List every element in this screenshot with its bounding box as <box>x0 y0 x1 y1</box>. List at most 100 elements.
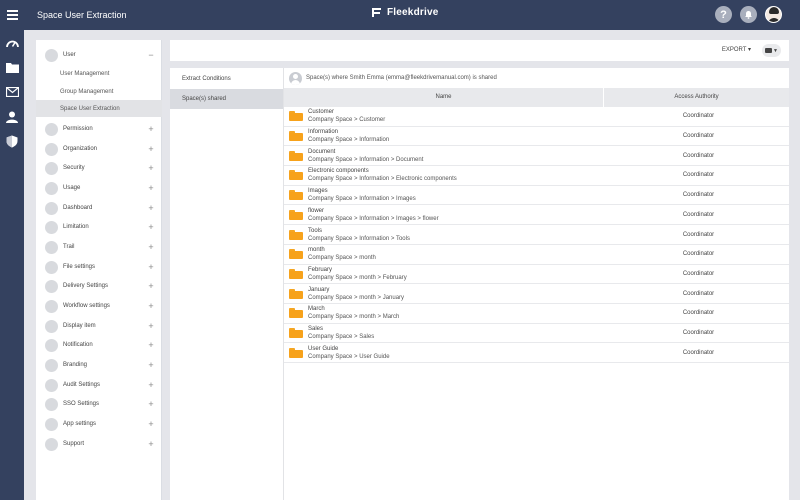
expand-toggle[interactable]: + <box>146 439 156 449</box>
expand-toggle[interactable]: + <box>146 124 156 134</box>
expand-toggle[interactable]: + <box>146 203 156 213</box>
content-header: Space(s) where Smith Emma (emma@fleekdri… <box>284 68 789 88</box>
hamburger-menu-icon[interactable] <box>0 0 24 30</box>
sidebar-item-label: Display item <box>63 323 96 329</box>
expand-toggle[interactable]: + <box>146 163 156 173</box>
expand-toggle[interactable]: + <box>146 262 156 272</box>
sidebar-item-delivery-settings[interactable]: Delivery Settings + <box>36 276 162 296</box>
expand-toggle[interactable]: + <box>146 301 156 311</box>
expand-toggle[interactable]: + <box>146 281 156 291</box>
expand-toggle[interactable]: + <box>146 419 156 429</box>
table-row[interactable]: Customer Company Space > Customer Coordina… <box>284 107 789 127</box>
expand-toggle[interactable]: + <box>146 340 156 350</box>
toolbar: EXPORT ▾ ▼ <box>170 40 789 61</box>
sidebar-item-limitation[interactable]: Limitation + <box>36 217 162 237</box>
sidebar-item-usage[interactable]: Usage + <box>36 178 162 198</box>
space-name[interactable]: Electronic components <box>308 167 608 175</box>
sidebar-item-file-settings[interactable]: File settings + <box>36 257 162 277</box>
sidebar-item-sso-settings[interactable]: SSO Settings + <box>36 394 162 414</box>
space-name[interactable]: Images <box>308 187 608 195</box>
folder-icon <box>289 288 303 299</box>
space-name[interactable]: Customer <box>308 108 608 116</box>
expand-toggle[interactable]: + <box>146 360 156 370</box>
sidebar-item-support[interactable]: Support + <box>36 434 162 454</box>
table-row[interactable]: User Guide Company Space > User Guide Coor… <box>284 343 789 364</box>
table-row[interactable]: Information Company Space > Information Co… <box>284 127 789 147</box>
sidebar-item-label: Dashboard <box>63 205 93 211</box>
space-name[interactable]: Tools <box>308 227 608 235</box>
notification-bell-icon[interactable] <box>740 6 757 23</box>
expand-toggle[interactable]: + <box>146 321 156 331</box>
table-row[interactable]: January Company Space > month > January Co… <box>284 284 789 304</box>
sidebar-item-permission[interactable]: Permission + <box>36 119 162 139</box>
sidebar-subitem-user-management[interactable]: User Management <box>36 65 162 82</box>
table-row[interactable]: Electronic components Company Space > Inf… <box>284 166 789 186</box>
user-icon[interactable] <box>5 110 19 124</box>
space-name[interactable]: February <box>308 266 608 274</box>
lock-icon <box>45 161 58 175</box>
column-header-access-authority[interactable]: Access Authority <box>604 88 789 107</box>
space-name-cell: Information Company Space > Information <box>308 128 608 144</box>
access-authority-cell: Coordinator <box>682 349 715 356</box>
sidebar-item-security[interactable]: Security + <box>36 158 162 178</box>
sidebar-item-audit-settings[interactable]: Audit Settings + <box>36 375 162 395</box>
expand-toggle[interactable]: + <box>146 242 156 252</box>
space-name[interactable]: Information <box>308 128 608 136</box>
table-row[interactable]: Images Company Space > Information > Imag… <box>284 186 789 206</box>
sidebar-item-trail[interactable]: Trail + <box>36 237 162 257</box>
shield-icon[interactable] <box>5 134 19 148</box>
sidebar-item-app-settings[interactable]: App settings + <box>36 414 162 434</box>
expand-toggle[interactable]: + <box>146 183 156 193</box>
sidebar-item-workflow-settings[interactable]: Workflow settings + <box>36 296 162 316</box>
table-row[interactable]: Document Company Space > Information > Do… <box>284 146 789 167</box>
sidebar-item-notification[interactable]: Notification + <box>36 335 162 355</box>
sidebar-item-label: Organization <box>63 146 98 152</box>
folder-icon <box>289 249 303 260</box>
sidebar-item-user[interactable]: User − <box>36 45 162 65</box>
folder-icon <box>289 131 303 142</box>
table-row[interactable]: February Company Space > month > February… <box>284 265 789 285</box>
column-header-name[interactable]: Name <box>284 88 604 107</box>
collapse-toggle[interactable]: − <box>146 50 156 60</box>
shared-user-caption: Space(s) where Smith Emma (emma@fleekdri… <box>306 75 497 81</box>
expand-toggle[interactable]: + <box>146 222 156 232</box>
help-icon[interactable]: ? <box>715 6 732 23</box>
space-name-cell: January Company Space > month > January <box>308 286 608 302</box>
sidebar-subitem-space-user-extraction[interactable]: Space User Extraction <box>36 100 162 117</box>
space-name[interactable]: Document <box>308 148 608 156</box>
sidebar-item-label: SSO Settings <box>63 401 100 407</box>
space-name[interactable]: Sales <box>308 325 608 333</box>
table-row[interactable]: Tools Company Space > Information > Tools… <box>284 225 789 245</box>
sidebar-item-organization[interactable]: Organization + <box>36 139 162 159</box>
space-name[interactable]: User Guide <box>308 345 608 353</box>
page-title: Space User Extraction <box>37 10 127 20</box>
sidebar-item-label: Workflow settings <box>63 303 110 309</box>
sidebar-item-dashboard[interactable]: Dashboard + <box>36 198 162 218</box>
sidebar-item-display-item[interactable]: Display item + <box>36 316 162 336</box>
access-authority-cell: Coordinator <box>682 152 715 159</box>
expand-toggle[interactable]: + <box>146 380 156 390</box>
sidebar-subitem-group-management[interactable]: Group Management <box>36 83 162 100</box>
user-avatar[interactable] <box>765 6 782 23</box>
limitation-icon <box>45 220 58 234</box>
table-row[interactable]: March Company Space > month > March Coordi… <box>284 304 789 324</box>
tab-extract-conditions[interactable]: Extract Conditions <box>170 69 283 89</box>
space-name[interactable]: flower <box>308 207 608 215</box>
tab-spaces-shared[interactable]: Space(s) shared <box>170 89 283 109</box>
space-name[interactable]: March <box>308 305 608 313</box>
table-row[interactable]: month Company Space > month Coordinator <box>284 245 789 265</box>
space-name[interactable]: month <box>308 246 608 254</box>
table-row[interactable]: flower Company Space > Information > Imag… <box>284 206 789 226</box>
fleekdrive-logo-icon <box>372 8 381 17</box>
folder-menu-button[interactable]: ▼ <box>762 44 781 57</box>
table-row[interactable]: Sales Company Space > Sales Coordinator <box>284 324 789 344</box>
sidebar-item-branding[interactable]: Branding + <box>36 355 162 375</box>
space-name[interactable]: January <box>308 286 608 294</box>
brand-name: Fleekdrive <box>387 7 439 18</box>
dashboard-gauge-icon[interactable] <box>5 36 19 50</box>
expand-toggle[interactable]: + <box>146 399 156 409</box>
folder-icon[interactable] <box>5 60 19 74</box>
export-button[interactable]: EXPORT ▾ <box>722 40 751 61</box>
mail-icon[interactable] <box>5 85 19 99</box>
expand-toggle[interactable]: + <box>146 144 156 154</box>
